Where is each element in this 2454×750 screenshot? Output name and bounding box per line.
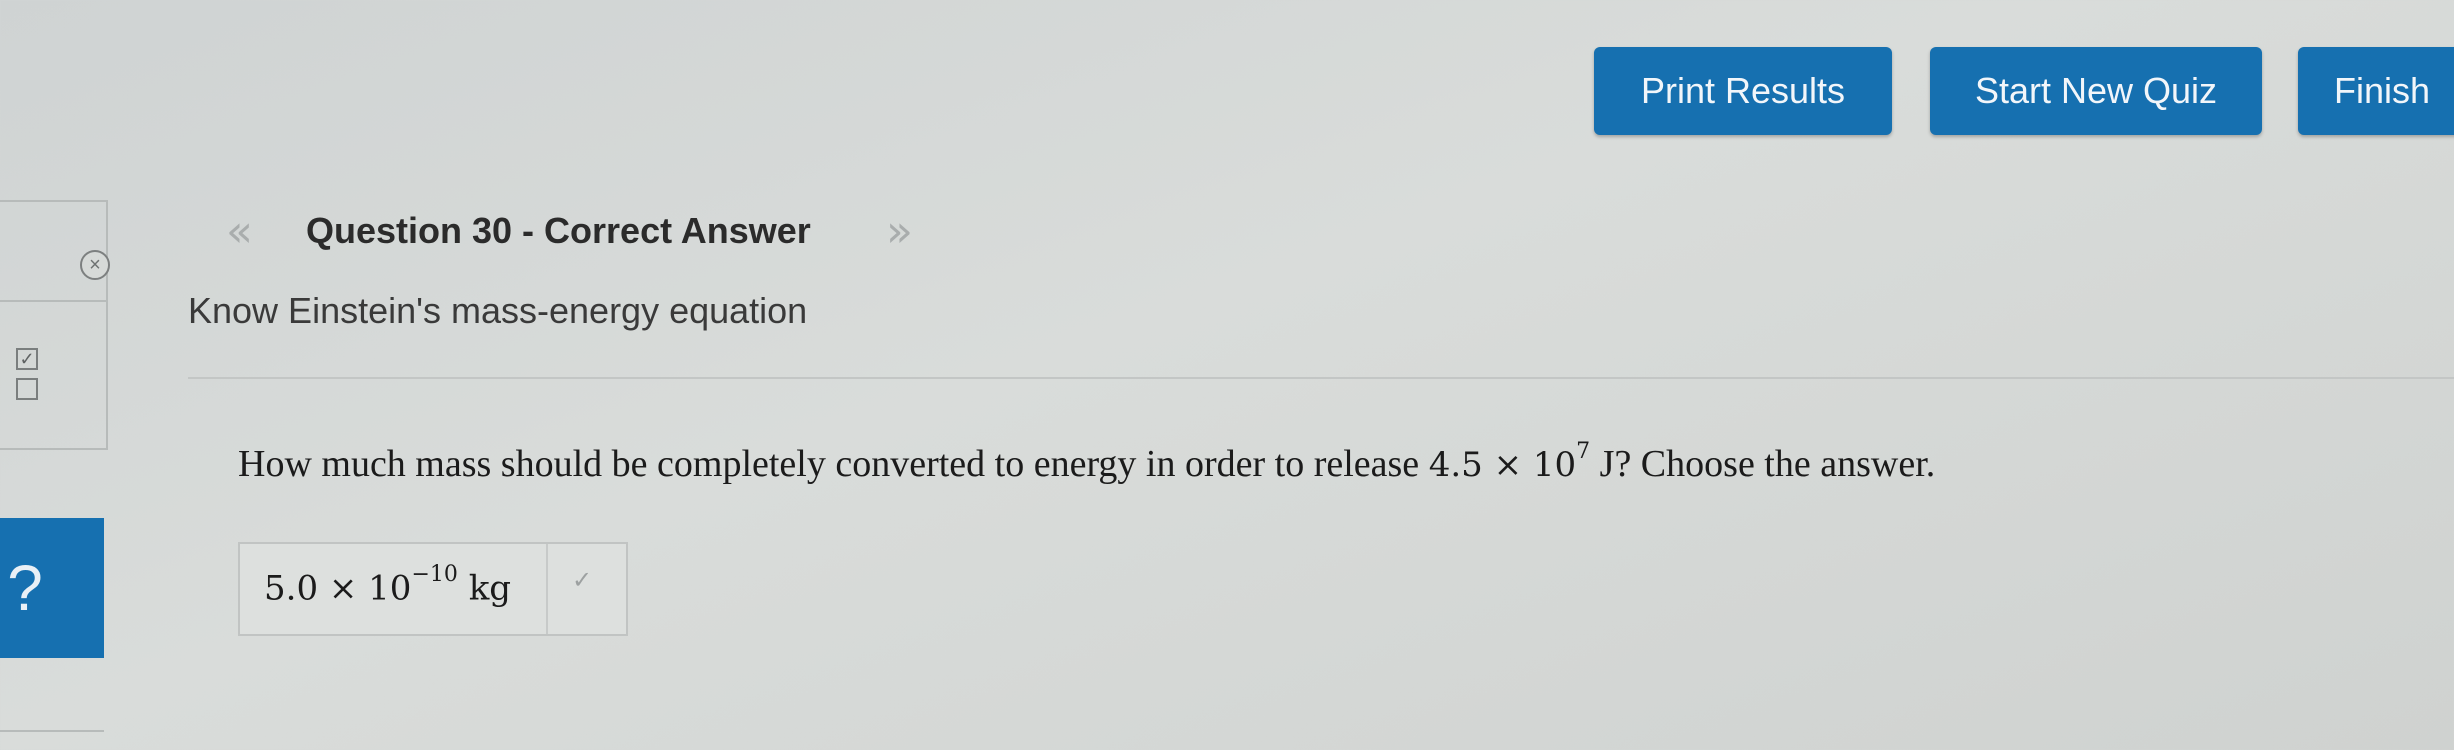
question-text: How much mass should be completely conve…: [238, 439, 1936, 486]
checkbox-empty-icon[interactable]: [16, 378, 38, 400]
help-icon: ?: [7, 552, 43, 624]
check-icon: ✓: [572, 566, 593, 594]
rail-divider: [0, 300, 108, 302]
chevron-left-double-icon[interactable]: «: [226, 206, 253, 257]
help-button[interactable]: ?: [0, 518, 104, 658]
question-text-after: ? Choose the answer.: [1614, 443, 1936, 485]
question-subtitle: Know Einstein's mass-energy equation: [188, 290, 808, 331]
answer-separator: [546, 544, 548, 634]
side-rail: [0, 200, 108, 450]
answer-unit: kg: [457, 568, 512, 609]
energy-unit: J: [1590, 443, 1615, 485]
rail-divider-bottom: [0, 730, 104, 732]
chevron-right-double-icon[interactable]: »: [886, 206, 913, 257]
checkbox-checked-icon[interactable]: ✓: [16, 348, 38, 370]
energy-value: 4.5 × 107: [1428, 439, 1590, 485]
finish-button[interactable]: Finish: [2298, 47, 2454, 135]
energy-exponent: 7: [1576, 438, 1591, 464]
answer-coefficient: 5.0 × 10: [264, 568, 412, 609]
question-text-before: How much mass should be completely conve…: [238, 443, 1429, 485]
divider: [188, 377, 2454, 379]
answer-exponent: −10: [411, 562, 458, 587]
question-title: Question 30 - Correct Answer: [306, 210, 811, 251]
close-icon[interactable]: ×: [80, 250, 110, 280]
energy-coefficient: 4.5 × 10: [1428, 445, 1577, 485]
print-results-button[interactable]: Print Results: [1594, 47, 1892, 135]
rail-checklist[interactable]: ✓: [16, 348, 38, 400]
answer-value: 5.0 × 10−10 kg: [264, 562, 512, 609]
answer-dropdown[interactable]: 5.0 × 10−10 kg ✓: [238, 542, 628, 636]
start-new-quiz-button[interactable]: Start New Quiz: [1930, 47, 2262, 135]
